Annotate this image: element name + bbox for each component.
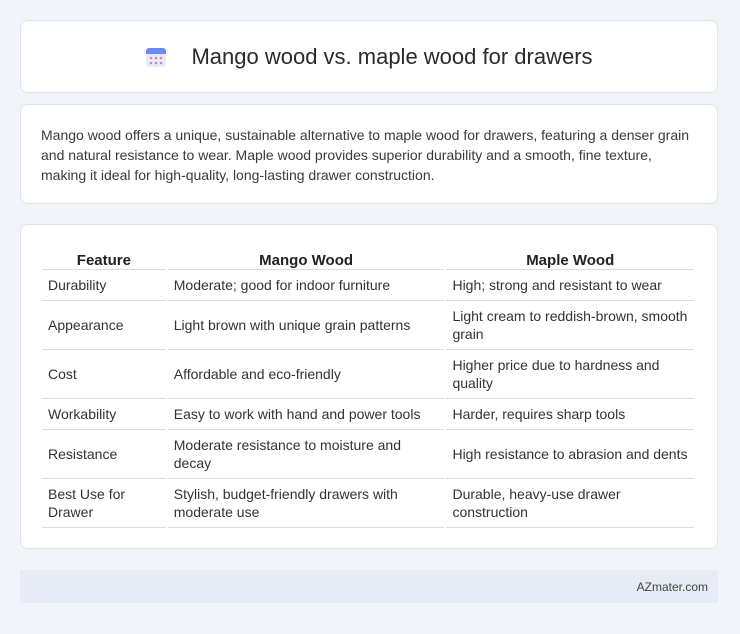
mango-cell: Moderate; good for indoor furniture bbox=[167, 270, 445, 301]
header-feature: Feature bbox=[42, 245, 166, 270]
mango-cell: Affordable and eco-friendly bbox=[167, 350, 445, 399]
feature-cell: Cost bbox=[42, 350, 166, 399]
header-mango-wood: Mango Wood bbox=[167, 245, 445, 270]
table-row: Durability Moderate; good for indoor fur… bbox=[42, 270, 694, 301]
table-row: Workability Easy to work with hand and p… bbox=[42, 399, 694, 430]
table-row: Best Use for Drawer Stylish, budget-frie… bbox=[42, 479, 694, 528]
maple-cell: High; strong and resistant to wear bbox=[446, 270, 694, 301]
mango-cell: Moderate resistance to moisture and deca… bbox=[167, 430, 445, 479]
comparison-table: Feature Mango Wood Maple Wood Durability… bbox=[40, 245, 696, 528]
footer: AZmater.com bbox=[20, 570, 718, 603]
intro-card: Mango wood offers a unique, sustainable … bbox=[20, 104, 718, 204]
maple-cell: High resistance to abrasion and dents bbox=[446, 430, 694, 479]
feature-cell: Workability bbox=[42, 399, 166, 430]
maple-cell: Durable, heavy-use drawer construction bbox=[446, 479, 694, 528]
mango-cell: Light brown with unique grain patterns bbox=[167, 301, 445, 350]
mango-cell: Stylish, budget-friendly drawers with mo… bbox=[167, 479, 445, 528]
intro-text: Mango wood offers a unique, sustainable … bbox=[41, 127, 690, 183]
maple-cell: Higher price due to hardness and quality bbox=[446, 350, 694, 399]
feature-cell: Resistance bbox=[42, 430, 166, 479]
maple-cell: Light cream to reddish-brown, smooth gra… bbox=[446, 301, 694, 350]
mango-cell: Easy to work with hand and power tools bbox=[167, 399, 445, 430]
footer-brand[interactable]: AZmater.com bbox=[637, 580, 708, 594]
comparison-card: Feature Mango Wood Maple Wood Durability… bbox=[20, 224, 718, 549]
table-header-row: Feature Mango Wood Maple Wood bbox=[42, 245, 694, 270]
title-card: Mango wood vs. maple wood for drawers bbox=[20, 20, 718, 93]
table-row: Cost Affordable and eco-friendly Higher … bbox=[42, 350, 694, 399]
header-maple-wood: Maple Wood bbox=[446, 245, 694, 270]
feature-cell: Durability bbox=[42, 270, 166, 301]
calendar-icon bbox=[146, 47, 167, 67]
table-row: Resistance Moderate resistance to moistu… bbox=[42, 430, 694, 479]
feature-cell: Appearance bbox=[42, 301, 166, 350]
maple-cell: Harder, requires sharp tools bbox=[446, 399, 694, 430]
table-row: Appearance Light brown with unique grain… bbox=[42, 301, 694, 350]
page-title: Mango wood vs. maple wood for drawers bbox=[191, 43, 593, 69]
feature-cell: Best Use for Drawer bbox=[42, 479, 166, 528]
